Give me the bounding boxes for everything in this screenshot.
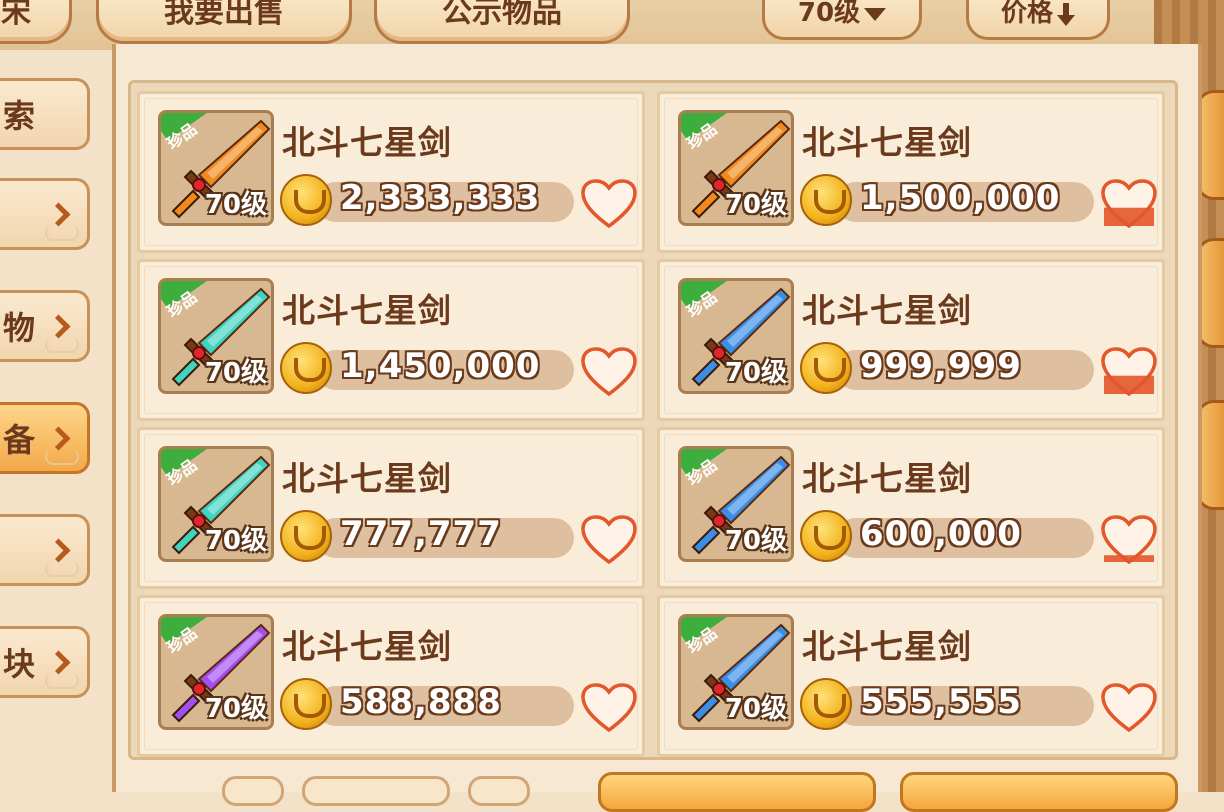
chevron-right-icon [46,314,71,339]
bottom-action-button-2[interactable] [900,772,1178,812]
item-price: 1,450,000 [340,346,541,386]
item-level-label: 70级 [204,526,267,556]
item-name: 北斗七星剑 [802,627,972,666]
bottom-action-button-1[interactable] [598,772,876,812]
gold-coin-icon [280,342,332,394]
chevron-right-icon [46,538,71,563]
item-price: 999,999 [860,346,1022,386]
gold-coin-icon [800,678,852,730]
item-name: 北斗七星剑 [802,291,972,330]
level-filter-label: 70级 [797,0,861,28]
listing-card[interactable]: 珍品 70级 北斗七星剑 1,500,000 [657,91,1165,253]
gold-coin-icon [280,678,332,730]
sword-item-icon[interactable]: 珍品 70级 [678,614,794,730]
next-page-button[interactable] [468,776,530,806]
cloud-ornament [45,449,79,465]
sword-item-icon[interactable]: 珍品 70级 [678,110,794,226]
level-filter-dropdown[interactable]: 70级 [762,0,922,40]
sidebar-item-0[interactable]: 索 [0,78,90,150]
item-name: 北斗七星剑 [282,123,452,162]
item-level-label: 70级 [724,358,787,388]
sidebar-item-3[interactable]: 备 [0,402,90,474]
favorite-heart-icon[interactable] [1100,514,1158,566]
category-sidebar: 索物备块 [0,76,100,792]
item-level-label: 70级 [724,694,787,724]
cloud-ornament [45,337,79,353]
listing-card[interactable]: 珍品 70级 北斗七星剑 999,999 [657,259,1165,421]
sidebar-item-label: 物 [3,309,36,347]
chevron-right-icon [46,650,71,675]
listing-grid: 珍品 70级 北斗七星剑 2,333,333 珍品 70级 北斗七星剑 1,500,000 珍品… [128,80,1178,760]
tab-public-items[interactable]: 公示物品 [374,0,630,44]
price-sort-label: 价格 [1000,0,1053,28]
item-level-label: 70级 [204,358,267,388]
item-name: 北斗七星剑 [282,627,452,666]
cloud-ornament [45,225,79,241]
tab-sell[interactable]: 我要出售 [96,0,352,44]
tab-label: 公示物品 [442,0,562,30]
sidebar-item-5[interactable]: 块 [0,626,90,698]
item-name: 北斗七星剑 [282,459,452,498]
listing-card[interactable]: 珍品 70级 北斗七星剑 777,777 [137,427,645,589]
gold-coin-icon [800,174,852,226]
sword-item-icon[interactable]: 珍品 70级 [158,614,274,730]
chevron-right-icon [46,202,71,227]
chevron-right-icon [46,426,71,451]
price-sort-button[interactable]: 价格 [966,0,1110,40]
sword-item-icon[interactable]: 珍品 70级 [158,110,274,226]
tab-label: 我要出售 [164,0,284,30]
item-level-label: 70级 [724,526,787,556]
item-name: 北斗七星剑 [802,459,972,498]
item-price: 1,500,000 [860,178,1061,218]
item-price: 2,333,333 [340,178,541,218]
favorite-heart-icon[interactable] [1100,178,1158,230]
sidebar-item-4[interactable] [0,514,90,586]
item-level-label: 70级 [724,190,787,220]
favorite-heart-icon[interactable] [580,514,638,566]
favorite-heart-icon[interactable] [580,682,638,734]
arrow-down-icon [1057,3,1075,27]
tab-label: 宋 [1,0,31,30]
sidebar-item-label: 索 [3,97,36,135]
gold-coin-icon [280,510,332,562]
listing-card[interactable]: 珍品 70级 北斗七星剑 1,450,000 [137,259,645,421]
gold-coin-icon [280,174,332,226]
item-price: 600,000 [860,514,1022,554]
gold-coin-icon [800,510,852,562]
item-price: 588,888 [340,682,502,722]
listing-card[interactable]: 珍品 70级 北斗七星剑 588,888 [137,595,645,757]
item-name: 北斗七星剑 [802,123,972,162]
listing-card[interactable]: 珍品 70级 北斗七星剑 555,555 [657,595,1165,757]
listing-card[interactable]: 珍品 70级 北斗七星剑 600,000 [657,427,1165,589]
sidebar-item-label: 备 [3,421,36,459]
item-name: 北斗七星剑 [282,291,452,330]
page-indicator [302,776,450,806]
sword-item-icon[interactable]: 珍品 70级 [678,446,794,562]
gold-coin-icon [800,342,852,394]
sword-item-icon[interactable]: 珍品 70级 [158,278,274,394]
item-price: 777,777 [340,514,502,554]
sidebar-item-label: 块 [3,645,36,683]
item-price: 555,555 [860,682,1022,722]
item-level-label: 70级 [204,190,267,220]
cloud-ornament [45,673,79,689]
favorite-heart-icon[interactable] [1100,346,1158,398]
sword-item-icon[interactable]: 珍品 70级 [158,446,274,562]
favorite-heart-icon[interactable] [580,178,638,230]
sword-item-icon[interactable]: 珍品 70级 [678,278,794,394]
sidebar-item-2[interactable]: 物 [0,290,90,362]
dropdown-triangle-icon [864,8,887,21]
cloud-ornament [45,561,79,577]
sidebar-item-1[interactable] [0,178,90,250]
favorite-heart-icon[interactable] [580,346,638,398]
prev-page-button[interactable] [222,776,284,806]
tab-partial[interactable]: 宋 [0,0,72,44]
favorite-heart-icon[interactable] [1100,682,1158,734]
item-level-label: 70级 [204,694,267,724]
listing-card[interactable]: 珍品 70级 北斗七星剑 2,333,333 [137,91,645,253]
